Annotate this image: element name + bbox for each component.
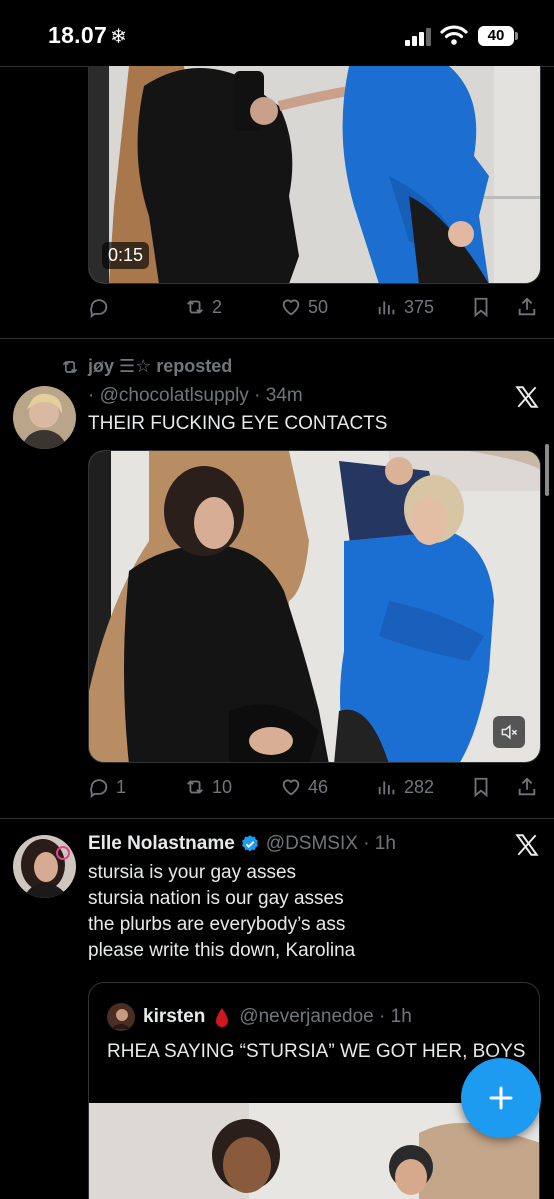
share-icon — [518, 297, 536, 316]
reply-count: 1 — [116, 776, 127, 797]
reply-icon — [90, 779, 108, 798]
bookmark-icon — [474, 777, 488, 798]
reply-icon — [90, 299, 108, 318]
avatar[interactable] — [13, 835, 76, 898]
video-duration-badge: 0:15 — [102, 242, 150, 269]
tweet1-video[interactable] — [88, 66, 541, 284]
reply-button[interactable] — [88, 292, 116, 322]
views-icon — [378, 301, 395, 315]
cellular-signal-icon — [405, 28, 433, 46]
tweet-text-line: stursia nation is our gay asses — [88, 888, 344, 909]
battery-level: 40 — [487, 27, 505, 44]
reposted-by-text: jøy ☰☆ reposted — [88, 356, 233, 376]
snow-icon: ❄ — [110, 26, 128, 48]
author-name: Elle Nolastname — [88, 833, 235, 854]
mute-button[interactable] — [493, 716, 525, 748]
blood-drop-icon — [216, 1008, 229, 1027]
share-icon — [518, 777, 536, 796]
compose-button[interactable] — [461, 1058, 541, 1138]
clock-text: 18.07 — [48, 22, 108, 48]
tweet-divider — [0, 818, 554, 819]
wifi-icon — [440, 25, 468, 45]
quote-author-name: kirsten — [143, 1006, 206, 1027]
quote-author-handle: @neverjanedoe · 1h — [239, 1006, 412, 1027]
like-button[interactable]: 50 — [280, 292, 328, 322]
quote-text: RHEA SAYING “STURSIA” WE GOT HER, BOYS — [107, 1041, 526, 1062]
views-count: 282 — [404, 776, 435, 797]
tweet3-text: stursia is your gay asses stursia nation… — [88, 860, 355, 964]
x-logo-icon[interactable] — [514, 832, 540, 858]
tweet2-action-bar: 1 10 46 282 — [88, 772, 538, 802]
bookmark-button[interactable] — [470, 292, 492, 322]
like-button[interactable]: 46 — [280, 772, 328, 802]
video-frame-image — [89, 451, 540, 762]
author-handle: @DSMSIX · 1h — [265, 833, 396, 854]
tweet-text-line: the plurbs are everybody’s ass — [88, 914, 346, 935]
reply-button[interactable]: 1 — [88, 772, 126, 802]
like-count: 46 — [308, 776, 329, 797]
views-button[interactable]: 375 — [376, 292, 434, 322]
views-icon — [378, 781, 395, 795]
status-bar: 18.07 ❄ 40 — [0, 0, 554, 66]
tweet2-video[interactable] — [88, 450, 541, 763]
heart-icon — [282, 779, 300, 796]
x-logo-icon[interactable] — [514, 384, 540, 410]
bookmark-button[interactable] — [470, 772, 492, 802]
avatar[interactable] — [13, 386, 76, 449]
tweet2-handle[interactable]: · @chocolatlsupply · 34m — [88, 385, 303, 407]
verified-badge-icon — [241, 835, 258, 852]
like-count: 50 — [308, 296, 329, 317]
battery-icon: 40 — [478, 26, 518, 46]
video-frame-image — [89, 66, 540, 283]
scrollbar[interactable] — [545, 444, 549, 496]
heart-icon — [282, 299, 300, 316]
tweet-text-line: stursia is your gay asses — [88, 862, 297, 883]
quote-author-line: kirsten @neverjanedoe · 1h — [107, 1003, 412, 1031]
plus-icon — [489, 1086, 513, 1110]
views-count: 375 — [404, 296, 435, 317]
quote-avatar — [107, 1003, 135, 1031]
bookmark-icon — [474, 297, 488, 318]
repost-button[interactable]: 2 — [184, 292, 222, 322]
tweet1-action-bar: 2 50 375 — [88, 292, 538, 322]
mute-icon — [501, 724, 518, 740]
share-button[interactable] — [516, 292, 538, 322]
repost-button[interactable]: 10 — [184, 772, 232, 802]
repost-count: 2 — [212, 296, 223, 317]
avatar-image — [13, 835, 76, 898]
avatar-image — [13, 386, 76, 449]
repost-count: 10 — [212, 776, 233, 797]
tweet-divider — [0, 338, 554, 339]
status-time: 18.07 ❄ — [48, 22, 127, 49]
repost-icon — [187, 300, 203, 314]
views-button[interactable]: 282 — [376, 772, 434, 802]
repost-icon — [62, 360, 78, 373]
reposted-by-line[interactable]: jøy ☰☆ reposted — [60, 356, 232, 377]
tweet2-text: THEIR FUCKING EYE CONTACTS — [88, 413, 388, 434]
repost-icon — [187, 780, 203, 794]
tweet-text-line: please write this down, Karolina — [88, 940, 356, 961]
tweet3-author-line[interactable]: Elle Nolastname @DSMSIX · 1h — [88, 833, 396, 855]
share-button[interactable] — [516, 772, 538, 802]
